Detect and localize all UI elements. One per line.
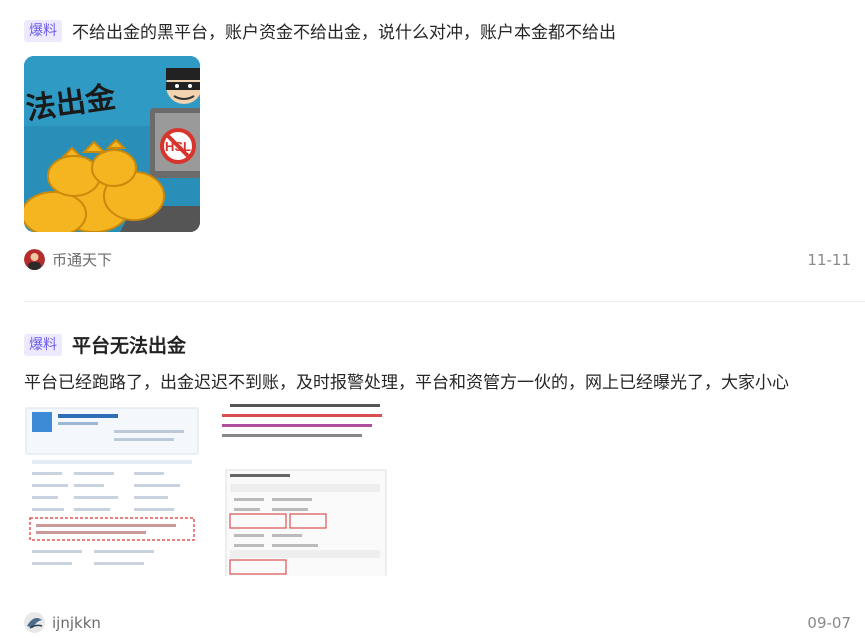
- feed-post[interactable]: 爆料 不给出金的黑平台，账户资金不给出金，说什么对冲，账户本金都不给出 HSL: [0, 0, 865, 302]
- post-thumbnail[interactable]: HSL 法出金: [24, 56, 200, 232]
- post-date: 09-07: [807, 613, 851, 632]
- monitor-sign-text: HSL: [165, 139, 191, 154]
- author-name[interactable]: ijnjkkn: [52, 614, 101, 632]
- registry-screenshot-image: [212, 400, 388, 576]
- post-summary[interactable]: 平台已经跑路了，出金迟迟不到账，及时报警处理，平台和资管方一伙的，网上已经曝光了…: [24, 368, 789, 393]
- document-screenshot-image: [24, 400, 200, 576]
- avatar-image-icon: [24, 249, 45, 270]
- post-image[interactable]: [212, 400, 388, 576]
- post-date: 11-11: [807, 250, 851, 269]
- post-title-row[interactable]: 爆料 不给出金的黑平台，账户资金不给出金，说什么对冲，账户本金都不给出: [24, 18, 616, 43]
- post-meta: 币通天下 11-11: [24, 249, 851, 270]
- avatar[interactable]: [24, 612, 45, 633]
- exposure-tag: 爆料: [24, 19, 62, 42]
- author-info[interactable]: ijnjkkn: [24, 612, 101, 633]
- post-meta: ijnjkkn 09-07: [24, 612, 851, 633]
- exposure-tag: 爆料: [24, 333, 62, 356]
- post-title[interactable]: 平台无法出金: [72, 331, 186, 358]
- post-title[interactable]: 不给出金的黑平台，账户资金不给出金，说什么对冲，账户本金都不给出: [72, 18, 616, 43]
- author-name[interactable]: 币通天下: [52, 249, 112, 270]
- author-info[interactable]: 币通天下: [24, 249, 112, 270]
- withdrawal-illustration: HSL 法出金: [24, 56, 200, 232]
- feed-post[interactable]: 爆料 平台无法出金 平台已经跑路了，出金迟迟不到账，及时报警处理，平台和资管方一…: [0, 302, 865, 638]
- post-title-row[interactable]: 爆料 平台无法出金: [24, 331, 186, 358]
- avatar-image-icon: [24, 612, 45, 633]
- post-image[interactable]: [24, 400, 200, 576]
- avatar[interactable]: [24, 249, 45, 270]
- news-feed: 爆料 不给出金的黑平台，账户资金不给出金，说什么对冲，账户本金都不给出 HSL: [0, 0, 865, 638]
